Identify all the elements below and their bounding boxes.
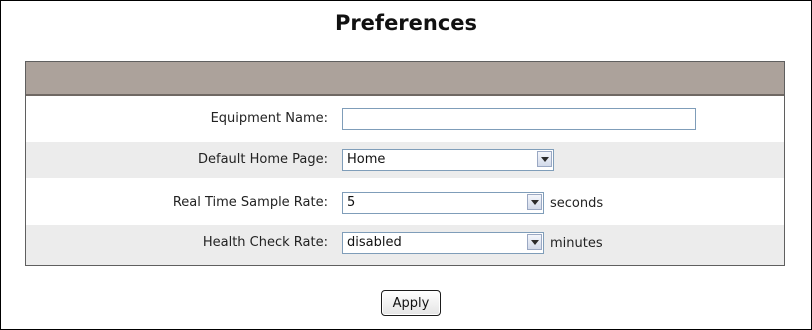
real-time-sample-rate-label: Real Time Sample Rate: xyxy=(172,195,328,210)
real-time-sample-rate-value: 5 xyxy=(347,195,356,210)
real-time-sample-rate-select[interactable]: 5 xyxy=(342,192,544,214)
equipment-name-row: Equipment Name: xyxy=(26,101,784,137)
preferences-panel: Equipment Name: Default Home Page: Home … xyxy=(25,61,785,266)
default-home-page-select[interactable]: Home xyxy=(342,149,554,171)
chevron-down-icon[interactable] xyxy=(527,194,542,210)
seconds-unit-label: seconds xyxy=(550,196,604,211)
default-home-page-label: Default Home Page: xyxy=(197,152,328,167)
equipment-name-input[interactable] xyxy=(342,108,696,130)
default-home-page-row: Default Home Page: Home xyxy=(26,142,784,178)
real-time-sample-rate-row: Real Time Sample Rate: 5 seconds xyxy=(26,185,784,221)
health-check-rate-select[interactable]: disabled xyxy=(342,232,544,254)
health-check-rate-row: Health Check Rate: disabled minutes xyxy=(26,225,784,265)
chevron-down-icon[interactable] xyxy=(537,151,552,167)
health-check-rate-label: Health Check Rate: xyxy=(202,235,328,250)
equipment-name-label: Equipment Name: xyxy=(210,111,328,126)
preferences-window: Preferences Equipment Name: Default Home… xyxy=(0,0,812,330)
page-title: Preferences xyxy=(334,11,478,35)
health-check-rate-value: disabled xyxy=(347,235,402,250)
panel-header-bar xyxy=(26,62,784,96)
apply-button[interactable]: Apply xyxy=(381,290,441,316)
minutes-unit-label: minutes xyxy=(550,236,603,251)
chevron-down-icon[interactable] xyxy=(527,234,542,250)
default-home-page-value: Home xyxy=(347,152,386,167)
